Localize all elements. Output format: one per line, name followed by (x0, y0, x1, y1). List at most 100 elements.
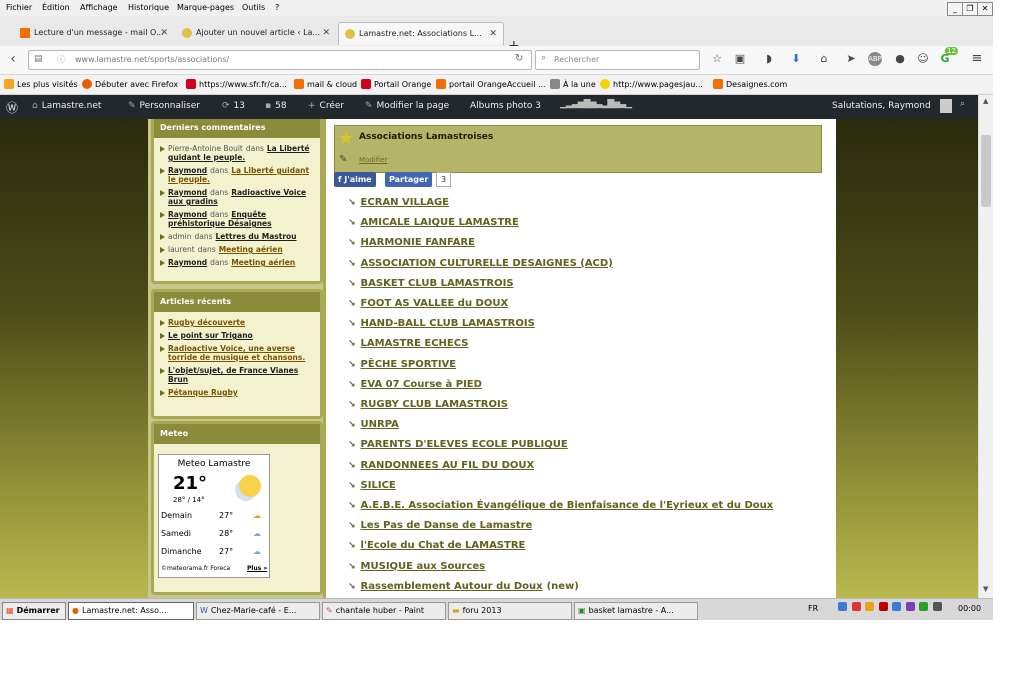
menu-affichage[interactable]: Affichage (80, 3, 118, 12)
scroll-thumb[interactable] (981, 135, 991, 207)
association-link[interactable]: ECRAN VILLAGE (361, 197, 449, 208)
taskbar-item-firefox[interactable]: ● Lamastre.net: Asso... (68, 602, 194, 620)
association-link[interactable]: LAMASTRE ECHECS (361, 338, 469, 349)
tray-sync-icon[interactable] (919, 602, 929, 611)
close-tab-icon[interactable]: ✕ (160, 22, 168, 44)
tray-volume-icon[interactable] (932, 602, 942, 611)
bookmark-sfr[interactable]: https://www.sfr.fr/ca... (186, 79, 287, 89)
facebook-like-button[interactable]: f J'aime (334, 172, 376, 187)
comment-post-link[interactable]: Meeting aérien (231, 258, 295, 267)
association-link[interactable]: PARENTS D'ELEVES ECOLE PUBLIQUE (361, 439, 568, 450)
association-link[interactable]: MUSIQUE aux Sources (361, 561, 486, 572)
facebook-share-button[interactable]: Partager (385, 172, 433, 187)
site-info-icon[interactable]: ▤ (34, 54, 43, 64)
hamburger-menu-icon[interactable]: ≡ (970, 52, 984, 66)
association-link[interactable]: FOOT AS VALLEE du DOUX (361, 298, 509, 309)
bookmark-most-visited[interactable]: Les plus visités (4, 79, 78, 89)
bookmark-portail-orange[interactable]: Portail Orange (361, 79, 431, 89)
info-icon[interactable]: ⓘ (57, 54, 65, 65)
association-link[interactable]: HARMONIE FANFARE (361, 237, 475, 248)
comment-post-link[interactable]: Meeting aérien (219, 245, 283, 254)
association-link[interactable]: EVA 07 Course à PIED (361, 379, 482, 390)
comment-post-link[interactable]: Lettres du Mastrou (216, 232, 297, 241)
bookmark-mail-cloud[interactable]: mail & cloud (294, 79, 357, 89)
back-icon[interactable]: ‹ (6, 52, 20, 66)
bookmark-orange-accueil[interactable]: portail OrangeAccueil ... (436, 79, 546, 89)
close-tab-icon[interactable]: ✕ (322, 22, 330, 44)
start-button[interactable]: ▦ Démarrer (2, 602, 66, 620)
comment-author[interactable]: Raymond (168, 258, 207, 267)
new-content-link[interactable]: + Créer (308, 101, 344, 111)
smiley-icon[interactable]: ☺ (916, 52, 930, 66)
association-link[interactable]: Les Pas de Danse de Lamastre (361, 520, 533, 531)
tray-bluetooth-icon[interactable] (892, 602, 902, 611)
association-link[interactable]: l'Ecole du Chat de LAMASTRE (361, 540, 526, 551)
association-link[interactable]: UNRPA (361, 419, 399, 430)
albums-link[interactable]: Albums photo 3 (470, 101, 541, 111)
taskbar-item-word[interactable]: W Chez-Marie-café - E... (196, 602, 320, 620)
restore-button[interactable]: ❐ (962, 2, 978, 16)
search-input[interactable]: ⌕ Rechercher (535, 50, 700, 70)
close-tab-icon[interactable]: ✕ (489, 23, 497, 45)
association-link[interactable]: RUGBY CLUB LAMASTROIS (361, 399, 508, 410)
user-greeting[interactable]: Salutations, Raymond (832, 101, 931, 111)
tab-lamastre-active[interactable]: Lamastre.net: Associations L... ✕ (338, 22, 504, 45)
edit-page-link[interactable]: ✎ Modifier la page (365, 101, 449, 111)
scroll-up-icon[interactable]: ▲ (983, 97, 988, 105)
weather-more-link[interactable]: Plus » (247, 565, 267, 572)
download-icon[interactable]: ⬇ (789, 52, 803, 66)
menu-edition[interactable]: Édition (42, 3, 70, 12)
bookmark-a-la-une[interactable]: À la une (550, 79, 596, 89)
association-link[interactable]: AMICALE LAIQUE LAMASTRE (361, 217, 519, 228)
wordpress-logo-icon[interactable]: Ⓦ (6, 99, 18, 116)
avatar[interactable] (940, 99, 952, 113)
tray-network-icon[interactable] (838, 602, 847, 611)
comment-author[interactable]: Raymond (168, 210, 207, 219)
minimize-button[interactable]: _ (947, 2, 963, 16)
taskbar-item-paint[interactable]: ✎ chantale huber - Paint (322, 602, 446, 620)
taskbar-item-folder[interactable]: ▬ foru 2013 (448, 602, 572, 620)
tray-app-icon[interactable] (905, 602, 915, 611)
bookmark-firefox[interactable]: Débuter avec Firefox (82, 79, 178, 89)
bee-icon[interactable]: ● (893, 52, 907, 66)
bookmark-star-icon[interactable]: ☆ (710, 52, 724, 66)
tab-wordpress[interactable]: Ajouter un nouvel article ‹ La... ✕ (176, 22, 336, 44)
comments-link[interactable]: ▪ 58 (265, 101, 287, 111)
comment-author[interactable]: Raymond (168, 188, 207, 197)
tray-security-icon[interactable] (878, 602, 888, 611)
association-link[interactable]: HAND-BALL CLUB LAMASTROIS (361, 318, 535, 329)
bookmark-desaignes[interactable]: Desaignes.com (713, 79, 787, 89)
menu-outils[interactable]: Outils (242, 3, 265, 12)
customize-link[interactable]: ✎ Personnaliser (128, 101, 200, 111)
menu-historique[interactable]: Historique (128, 3, 169, 12)
association-link[interactable]: Rassemblement Autour du Doux (361, 581, 543, 592)
association-link[interactable]: ASSOCIATION CULTURELLE DESAIGNES (ACD) (361, 258, 613, 269)
menu-help[interactable]: ? (275, 3, 279, 12)
language-indicator[interactable]: FR (808, 604, 818, 613)
tray-update-icon[interactable] (865, 602, 875, 611)
tab-mail[interactable]: Lecture d'un message - mail O... ✕ (14, 22, 174, 44)
updates-link[interactable]: ⟳ 13 (222, 101, 245, 111)
recent-post-link[interactable]: Pétanque Rugby (168, 388, 238, 397)
weather-box[interactable]: Meteo Lamastre 21° 28° / 14° Demain 27° ☁ S… (158, 454, 270, 578)
tray-antivirus-icon[interactable] (851, 602, 861, 611)
menu-fichier[interactable]: Fichier (6, 3, 32, 12)
taskbar-item-image[interactable]: ▣ basket lamastre - A... (574, 602, 698, 620)
bookmark-pagesjaunes[interactable]: http://www.pagesjau... (600, 79, 703, 89)
recent-post-link[interactable]: Rugby découverte (168, 318, 245, 327)
vertical-scrollbar[interactable]: ▲ ▼ (978, 95, 993, 598)
association-link[interactable]: BASKET CLUB LAMASTROIS (361, 278, 514, 289)
adblock-icon[interactable]: ABP (868, 52, 882, 66)
edit-link[interactable]: Modifier (359, 156, 387, 164)
menu-marque-pages[interactable]: Marque-pages (177, 3, 234, 12)
send-icon[interactable]: ➤ (844, 52, 858, 66)
association-link[interactable]: SILICE (361, 480, 396, 491)
reading-list-icon[interactable]: ▣ (733, 52, 747, 66)
recent-post-link[interactable]: L'objet/sujet, de France Vianes Brun (168, 366, 298, 384)
close-window-button[interactable]: ✕ (977, 2, 993, 16)
association-link[interactable]: RANDONNEES AU FIL DU DOUX (361, 460, 535, 471)
association-link[interactable]: PÊCHE SPORTIVE (361, 359, 457, 370)
recent-post-link[interactable]: Radioactive Voice, une averse torride de… (168, 344, 305, 362)
search-icon[interactable]: ⌕ (960, 99, 965, 109)
association-link[interactable]: A.E.B.E. Association Évangélique de Bien… (361, 500, 774, 511)
